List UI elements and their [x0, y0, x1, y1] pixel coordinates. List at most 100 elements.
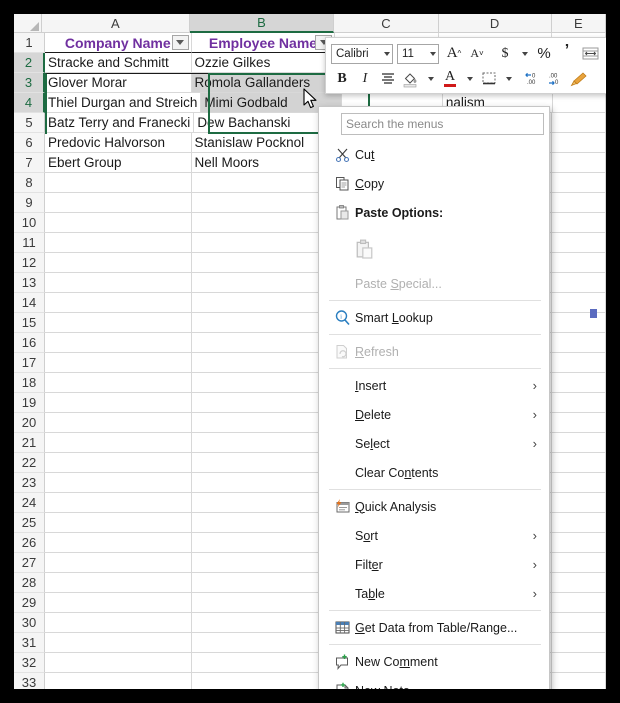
center-align-icon[interactable] [377, 68, 399, 89]
cell-empty[interactable] [551, 253, 606, 273]
cell-empty[interactable] [45, 313, 192, 333]
cell-empty[interactable] [191, 553, 336, 573]
cell-empty[interactable] [551, 193, 606, 213]
format-painter-icon[interactable] [568, 68, 590, 89]
cell-empty[interactable] [552, 673, 606, 689]
spreadsheet-surface[interactable]: A B C D E 1 2 3 4 5 6 7 8 9 10 11 12 13 14 15 16 17 18 19 2… [14, 14, 606, 689]
row-header-6[interactable]: 6 [14, 133, 45, 153]
cell-empty[interactable] [551, 473, 606, 493]
menu-item-insert[interactable]: Insert › [319, 371, 549, 400]
filter-dropdown-A[interactable] [171, 35, 189, 50]
cell-empty[interactable] [551, 173, 606, 193]
percent-style-icon[interactable]: % [533, 43, 555, 64]
cell-empty[interactable] [551, 513, 606, 533]
font-name-dropdown[interactable]: Calibri [331, 43, 393, 64]
cell-empty[interactable] [45, 653, 192, 673]
cell-empty[interactable] [45, 253, 192, 273]
cell-empty[interactable] [191, 393, 336, 413]
wrap-text-icon[interactable] [579, 43, 601, 64]
cell-empty[interactable] [191, 633, 336, 653]
menu-item-new-note[interactable]: New Note [319, 676, 549, 689]
cell-empty[interactable] [191, 353, 336, 373]
header-cell-A1[interactable]: Company Name [45, 33, 192, 53]
menu-item-filter[interactable]: Filter › [319, 550, 549, 579]
cell-B3[interactable]: Romola Gallanders [191, 73, 336, 93]
cell-B6[interactable]: Stanislaw Pocknol [191, 133, 336, 153]
column-header-a[interactable]: A [42, 14, 190, 33]
search-menus-input[interactable]: Search the menus [341, 113, 544, 135]
cell-empty[interactable] [551, 593, 606, 613]
row-header-12[interactable]: 12 [14, 253, 45, 273]
cell-empty[interactable] [551, 633, 606, 653]
decrease-font-size-icon[interactable]: A ˅ [466, 43, 488, 64]
cell-B7[interactable]: Nell Moors [191, 153, 336, 173]
cell-empty[interactable] [191, 193, 336, 213]
header-cell-B1[interactable]: Employee Name [191, 33, 336, 53]
increase-decimal-icon[interactable]: .00 0 [545, 68, 567, 89]
cell-A2[interactable]: Stracke and Schmitt [45, 53, 192, 73]
cell-empty[interactable] [191, 273, 336, 293]
column-header-d[interactable]: D [438, 14, 552, 33]
cell-empty[interactable] [45, 373, 192, 393]
cell-empty[interactable] [191, 573, 336, 593]
row-header-1[interactable]: 1 [14, 33, 45, 53]
row-header-23[interactable]: 23 [14, 473, 45, 493]
borders-icon[interactable] [478, 68, 500, 89]
cell-empty[interactable] [191, 313, 336, 333]
cell-empty[interactable] [45, 513, 192, 533]
row-header-2[interactable]: 2 [14, 53, 45, 73]
chevron-down-icon[interactable] [501, 68, 516, 89]
menu-item-paste-options[interactable]: Paste Options: [319, 198, 549, 227]
menu-item-sort[interactable]: Sort › [319, 521, 549, 550]
menu-item-quick-analysis[interactable]: Quick Analysis [319, 492, 549, 521]
cell-empty[interactable] [191, 173, 336, 193]
cell-empty[interactable] [191, 493, 336, 513]
cell-empty[interactable] [45, 453, 192, 473]
cell-E5[interactable] [551, 113, 606, 133]
cell-empty[interactable] [45, 333, 192, 353]
cell-empty[interactable] [551, 413, 606, 433]
bold-icon[interactable]: B [331, 68, 353, 89]
select-all-corner[interactable] [14, 14, 43, 33]
cell-empty[interactable] [45, 413, 192, 433]
row-header-11[interactable]: 11 [14, 233, 45, 253]
row-header-17[interactable]: 17 [14, 353, 45, 373]
row-header-20[interactable]: 20 [14, 413, 45, 433]
menu-item-copy[interactable]: Copy [319, 169, 549, 198]
cell-empty[interactable] [191, 613, 336, 633]
chevron-down-icon[interactable] [423, 68, 438, 89]
row-header-30[interactable]: 30 [14, 613, 45, 633]
cell-A4[interactable]: Thiel Durgan and Streich [45, 93, 202, 113]
cell-B5[interactable]: Dew Bachanski [194, 113, 338, 133]
cell-empty[interactable] [45, 393, 192, 413]
row-header-33[interactable]: 33 [14, 673, 45, 689]
cell-empty[interactable] [191, 333, 336, 353]
cell-empty[interactable] [191, 653, 336, 673]
cell-A5[interactable]: Batz Terry and Franecki [45, 113, 195, 133]
menu-item-clear-contents[interactable]: Clear Contents [319, 458, 549, 487]
cell-empty[interactable] [45, 553, 192, 573]
cell-empty[interactable] [551, 573, 606, 593]
accounting-number-format-icon[interactable]: $ [494, 43, 516, 64]
row-header-24[interactable]: 24 [14, 493, 45, 513]
menu-item-select[interactable]: Select › [319, 429, 549, 458]
cell-empty[interactable] [191, 533, 336, 553]
cell-empty[interactable] [551, 273, 606, 293]
increase-font-size-icon[interactable]: A ^ [443, 43, 465, 64]
cell-empty[interactable] [191, 373, 336, 393]
menu-item-delete[interactable]: Delete › [319, 400, 549, 429]
row-header-32[interactable]: 32 [14, 653, 45, 673]
menu-item-table[interactable]: Table › [319, 579, 549, 608]
cell-empty[interactable] [551, 553, 606, 573]
cell-empty[interactable] [45, 593, 192, 613]
row-header-19[interactable]: 19 [14, 393, 45, 413]
row-header-14[interactable]: 14 [14, 293, 45, 313]
menu-item-get-data[interactable]: Get Data from Table/Range... [319, 613, 549, 642]
cell-empty[interactable] [551, 233, 606, 253]
chevron-down-icon[interactable] [517, 43, 532, 64]
cell-empty[interactable] [191, 253, 336, 273]
chevron-down-icon[interactable] [462, 68, 477, 89]
menu-item-new-comment[interactable]: New Comment [319, 647, 549, 676]
mini-format-toolbar[interactable]: Calibri 11 A ^ A ˅ $ % ’ B I A 0 .00 .00… [325, 37, 606, 94]
cell-empty[interactable] [191, 513, 336, 533]
